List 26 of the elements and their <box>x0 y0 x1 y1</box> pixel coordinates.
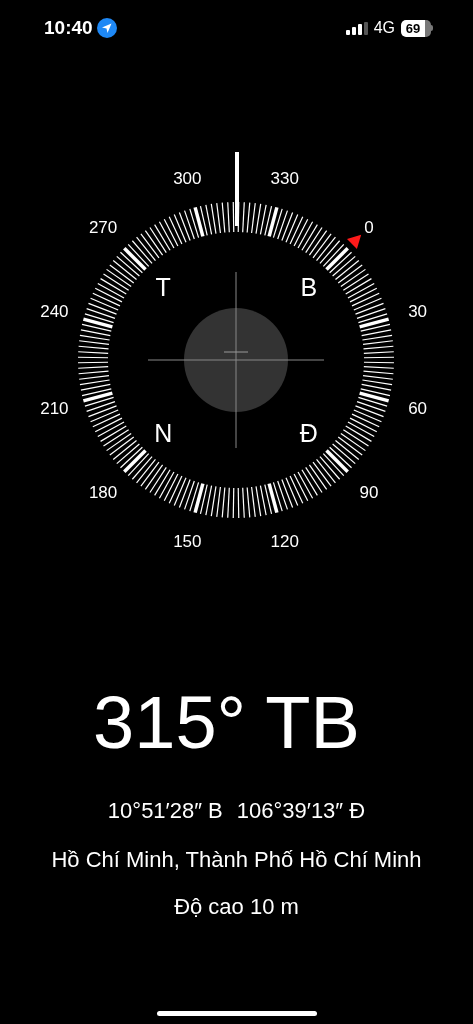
heading-readout: 315° TB <box>93 686 360 760</box>
battery-level: 69 <box>405 21 421 35</box>
degree-label: 90 <box>359 483 379 503</box>
degree-label: 180 <box>88 483 118 503</box>
degree-label: 60 <box>408 399 428 419</box>
degree-label: 330 <box>270 168 299 188</box>
north-marker-icon <box>347 234 362 249</box>
cardinal-letter: N <box>154 418 173 447</box>
signal-icon <box>345 21 368 35</box>
coordinate-text: 10°51′28″ B <box>107 797 223 825</box>
altitude-text: Độ cao 10 m <box>174 893 299 921</box>
network-type: 4G <box>373 18 395 38</box>
coordinate-text: 106°39′13″ Đ <box>236 797 366 825</box>
degree-label: 30 <box>408 301 428 321</box>
degree-label: 120 <box>270 532 299 552</box>
place-name: Hồ Chí Minh, Thành Phố Hồ Chí Minh <box>51 846 422 874</box>
degree-label: 210 <box>40 399 69 419</box>
degree-label: 150 <box>173 532 202 552</box>
cardinal-letter: T <box>155 273 171 302</box>
cardinal-letter: B <box>300 273 318 302</box>
status-time: 10:40 <box>44 15 93 40</box>
degree-label: 300 <box>173 168 202 188</box>
cardinal-letter: Đ <box>299 418 318 447</box>
degree-label: 240 <box>40 301 69 321</box>
degree-label: 0 <box>364 217 374 237</box>
degree-label: 270 <box>88 217 118 237</box>
